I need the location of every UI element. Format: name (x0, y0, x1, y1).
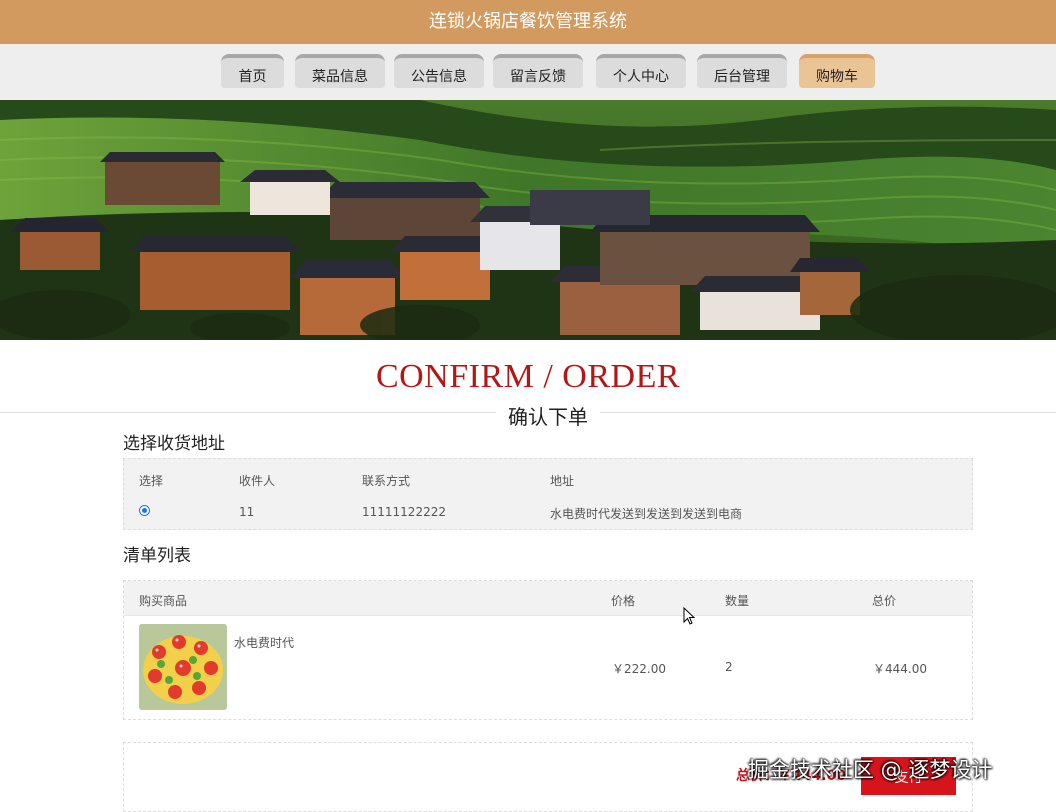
nav-dishes[interactable]: 菜品信息 (295, 54, 385, 88)
address-recipient: 11 (239, 505, 255, 519)
product-image[interactable] (139, 624, 227, 710)
mouse-cursor-icon (683, 607, 696, 625)
cart-table-header: 购买商品 价格 数量 总价 (124, 581, 972, 616)
address-table: 选择 收件人 联系方式 地址 11 11111122222 水电费时代发送到发送… (123, 458, 973, 530)
cart-header-price: 价格 (611, 594, 636, 608)
address-section-title: 选择收货地址 (123, 434, 225, 454)
address-select-radio[interactable] (139, 505, 150, 516)
product-total: ￥444.00 (873, 662, 927, 676)
cart-section-title: 清单列表 (123, 546, 191, 566)
nav-cart[interactable]: 购物车 (799, 54, 875, 88)
address-detail: 水电费时代发送到发送到发送到电商 (550, 507, 743, 521)
nav-personal-center[interactable]: 个人中心 (596, 54, 686, 88)
fruit-platter-image (139, 624, 227, 710)
main-nav: 首页 菜品信息 公告信息 留言反馈 个人中心 后台管理 购物车 (0, 44, 1056, 100)
address-header-phone: 联系方式 (362, 474, 411, 488)
address-header-recipient: 收件人 (239, 474, 276, 488)
cart-header-quantity: 数量 (725, 594, 750, 608)
address-header-select: 选择 (139, 474, 164, 488)
product-name[interactable]: 水电费时代 (234, 634, 294, 651)
banner-image (0, 100, 1056, 340)
nav-feedback[interactable]: 留言反馈 (493, 54, 583, 88)
address-phone: 11111122222 (362, 505, 446, 519)
nav-admin[interactable]: 后台管理 (697, 54, 787, 88)
watermark-text: 掘金技术社区 @ 逐梦设计 (748, 758, 993, 782)
cart-table: 购买商品 价格 数量 总价 水电费时代 ￥222.00 2 ￥444.00 (123, 580, 973, 720)
page-title-en: CONFIRM / ORDER (375, 358, 681, 395)
nav-home[interactable]: 首页 (221, 54, 284, 88)
cart-header-total: 总价 (872, 594, 897, 608)
address-header-address: 地址 (550, 474, 575, 488)
product-quantity: 2 (725, 660, 733, 674)
cart-header-product: 购买商品 (139, 594, 188, 608)
nav-announcements[interactable]: 公告信息 (394, 54, 484, 88)
product-price: ￥222.00 (612, 662, 666, 676)
village-landscape-image (0, 100, 1056, 340)
page-title-cn: 确认下单 (496, 401, 600, 430)
app-title-bar: 连锁火锅店餐饮管理系统 (0, 0, 1056, 44)
app-title: 连锁火锅店餐饮管理系统 (429, 11, 627, 32)
